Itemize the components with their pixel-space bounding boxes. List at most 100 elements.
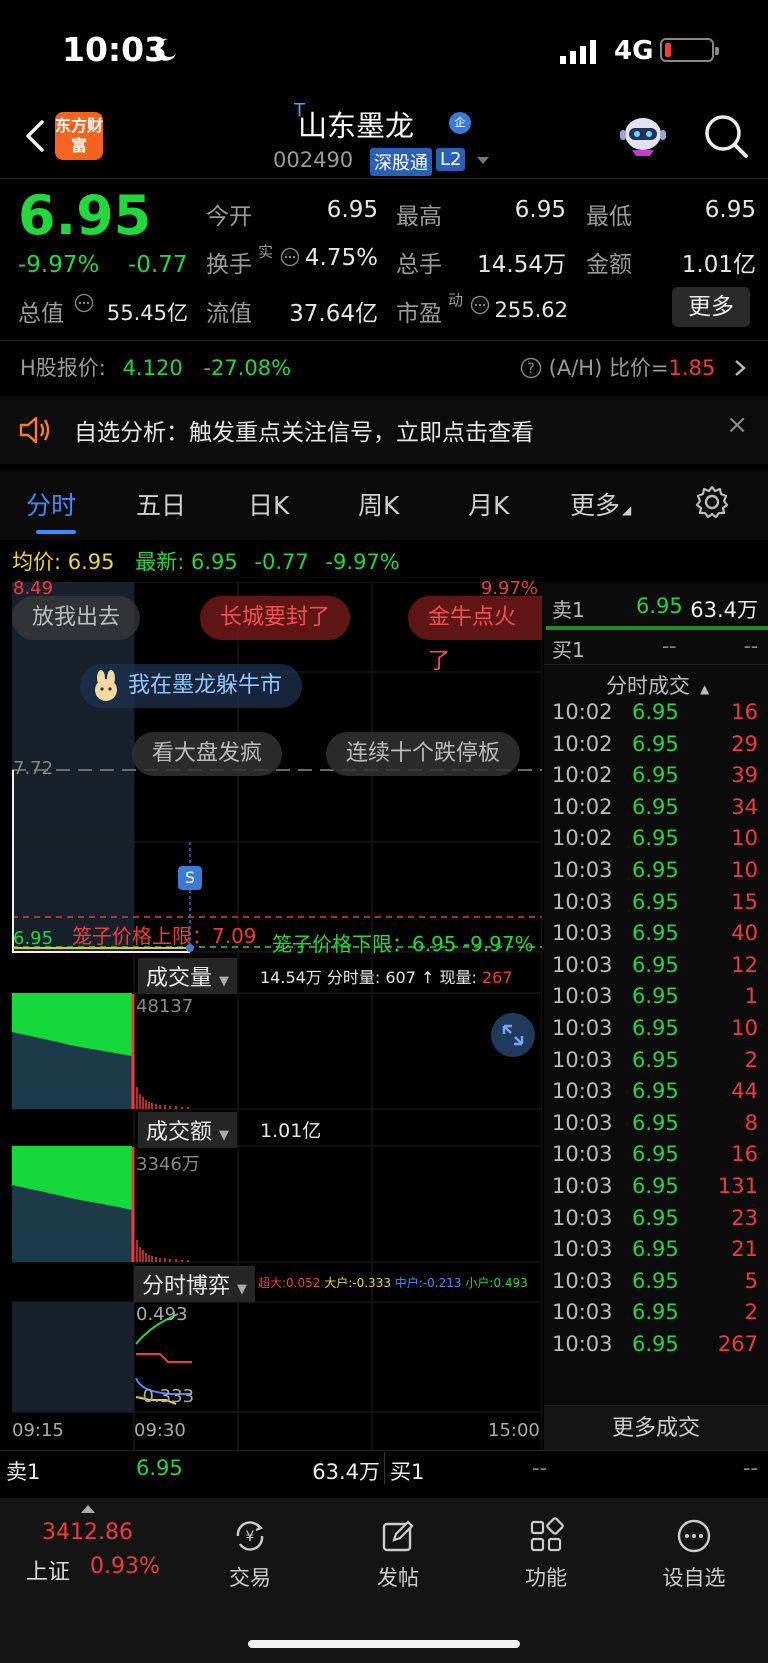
- pe-sup: 动: [448, 291, 464, 309]
- expand-icon[interactable]: [490, 1012, 536, 1058]
- enterprise-badge: 企: [449, 112, 471, 134]
- svg-text:¥: ¥: [246, 1529, 255, 1545]
- h-share-price: 4.120: [122, 356, 183, 380]
- stock-code: 002490: [273, 148, 354, 172]
- bullet-comment[interactable]: 连续十个跌停板: [326, 732, 521, 776]
- bullet-text: 我在墨龙躲牛市: [128, 673, 283, 698]
- bullet-comment[interactable]: 长城要封了: [200, 596, 351, 640]
- summary-line: 均价: 6.95 最新: 6.95 -0.77 -9.97%: [12, 546, 400, 576]
- close-icon[interactable]: ×: [726, 410, 748, 440]
- tick-price: 6.95: [632, 952, 679, 977]
- connect-tag: 深股通: [370, 148, 432, 176]
- bullet-comment[interactable]: 放我出去: [12, 596, 141, 640]
- sell1-label: 卖1: [552, 598, 585, 622]
- nav-watchlist[interactable]: 设自选: [644, 1516, 744, 1592]
- volume-label: 成交量: [146, 966, 213, 991]
- brand-logo[interactable]: 东方财富: [55, 112, 103, 160]
- tab-week-k[interactable]: 周K: [358, 486, 399, 522]
- chevron-right-icon[interactable]: [732, 359, 748, 377]
- tick-volume: 12: [731, 952, 758, 977]
- tab-indicator: [36, 530, 76, 534]
- change-amount: -0.77: [128, 252, 188, 278]
- tick-row: 10:02 6.95 10: [544, 826, 768, 859]
- help-icon[interactable]: ?: [520, 357, 542, 379]
- bottom-nav: 3412.86 上证 0.93% ¥ 交易 发帖 功能 设自选: [0, 1498, 768, 1663]
- tab-day-k[interactable]: 日K: [248, 486, 289, 522]
- tick-volume: 34: [731, 794, 758, 819]
- trade-icon: ¥: [236, 1521, 264, 1551]
- gear-icon[interactable]: [694, 484, 730, 520]
- turnover-label: 换手: [206, 252, 252, 278]
- nav-functions[interactable]: 功能: [496, 1516, 596, 1592]
- tick-row: 10:03 6.95 1: [544, 984, 768, 1017]
- index-value[interactable]: 3412.86: [42, 1520, 133, 1545]
- game-selector[interactable]: 分时博弈 ▼: [134, 1266, 256, 1302]
- bullet-comment[interactable]: 看大盘发疯: [132, 732, 283, 776]
- tab-intraday[interactable]: 分时: [26, 486, 76, 522]
- rabbit-avatar-icon: [95, 670, 117, 701]
- tick-time: 10:03: [552, 1142, 613, 1167]
- nav-trade-label: 交易: [229, 1566, 271, 1590]
- amount-selector[interactable]: 成交额 ▼: [138, 1112, 238, 1148]
- dropdown-icon[interactable]: [476, 156, 490, 166]
- bullet-comment[interactable]: 金牛点火了: [408, 596, 542, 674]
- back-icon[interactable]: [16, 116, 56, 156]
- assistant-robot-icon[interactable]: [618, 112, 668, 158]
- tick-row: 10:03 6.95 267: [544, 1332, 768, 1365]
- tick-row: 10:03 6.95 10: [544, 858, 768, 891]
- game-large: 大户:-0.333: [324, 1276, 391, 1290]
- tab-five-day[interactable]: 五日: [136, 486, 186, 522]
- ah-ratio-label: (A/H) 比价=: [548, 356, 669, 380]
- mktcap-label: 总值: [18, 301, 64, 327]
- more-ticks-button[interactable]: 更多成交: [544, 1405, 768, 1451]
- more-button[interactable]: 更多: [672, 287, 750, 327]
- tick-price: 6.95: [632, 889, 679, 914]
- game-bottom-label: -0.333: [136, 1386, 195, 1407]
- tick-volume: 131: [717, 1174, 758, 1198]
- ah-ratio-row[interactable]: ? (A/H) 比价=1.85: [520, 352, 748, 382]
- amount-label: 金额: [586, 252, 632, 278]
- amount-value: 1.01亿: [681, 252, 756, 278]
- bar-buy-volume: --: [742, 1456, 758, 1480]
- tab-month-k[interactable]: 月K: [468, 486, 509, 522]
- index-pct[interactable]: 0.93%: [90, 1554, 160, 1579]
- ticks-title[interactable]: 分时成交 ▲: [606, 670, 709, 700]
- grid-icon: [530, 1517, 564, 1552]
- tab-more[interactable]: 更多 ◢: [570, 486, 631, 522]
- search-icon[interactable]: [700, 110, 752, 162]
- tick-time: 10:03: [552, 1174, 613, 1198]
- change-percent: -9.97%: [18, 252, 100, 278]
- info-dots-icon[interactable]: [470, 295, 490, 315]
- info-dots-icon[interactable]: [280, 247, 300, 267]
- tick-price: 6.95: [632, 1300, 679, 1325]
- h-share-label: H股报价:: [20, 356, 106, 380]
- intraday-chart[interactable]: 8.49 9.97% 7.72 6.95 笼子价格上限：7.09 笼子价格下限：…: [0, 578, 542, 1452]
- tick-price: 6.95: [632, 1205, 679, 1230]
- sell-marker[interactable]: S: [178, 866, 202, 890]
- tick-time: 10:03: [552, 952, 613, 977]
- index-name[interactable]: 上证: [26, 1554, 70, 1586]
- nav-post[interactable]: 发帖: [348, 1516, 448, 1592]
- bullet-comment-highlight[interactable]: 我在墨龙躲牛市: [80, 664, 303, 708]
- notice-text[interactable]: 自选分析：触发重点关注信号，立即点击查看: [74, 413, 534, 447]
- tick-price: 6.95: [632, 1237, 679, 1262]
- h-share-row[interactable]: H股报价: 4.120 -27.08%: [20, 352, 291, 382]
- volume-selector[interactable]: 成交量 ▼: [138, 958, 238, 994]
- info-dots-icon[interactable]: [74, 293, 94, 313]
- nav-trade[interactable]: ¥ 交易: [200, 1516, 300, 1592]
- home-indicator: [248, 1640, 520, 1648]
- notice-banner[interactable]: 自选分析：触发重点关注信号，立即点击查看 ×: [0, 396, 768, 464]
- buy1-volume: --: [743, 634, 758, 658]
- tick-volume: 2: [744, 1047, 758, 1072]
- upper-limit-label: 笼子价格上限：7.09: [72, 924, 257, 948]
- low-value: 6.95: [704, 197, 756, 223]
- tick-row: 10:03 6.95 23: [544, 1206, 768, 1239]
- tick-time: 10:03: [552, 1300, 613, 1325]
- latest-pct: -9.97%: [325, 550, 400, 574]
- game-top-label: 0.493: [136, 1304, 188, 1325]
- tick-volume: 15: [731, 889, 758, 914]
- tick-price: 6.95: [632, 984, 679, 1009]
- stock-name[interactable]: 山东墨龙: [298, 103, 414, 145]
- tick-volume: 29: [731, 731, 758, 756]
- tick-volume: 40: [731, 921, 758, 946]
